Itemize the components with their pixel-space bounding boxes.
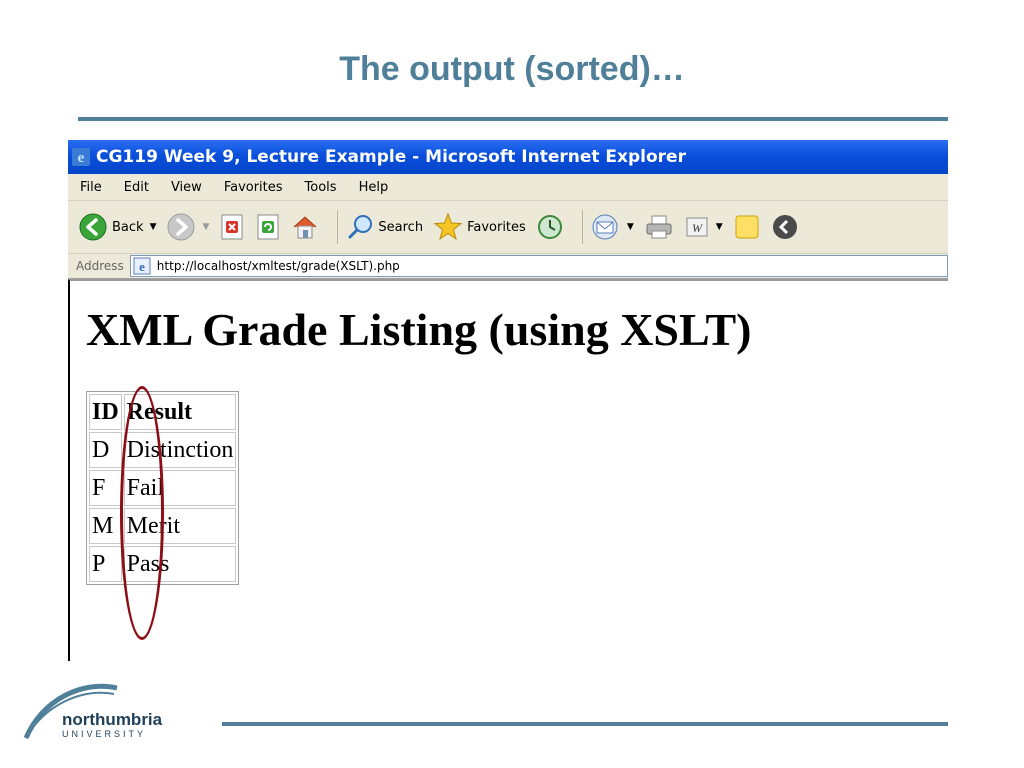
table-header-row: ID Result [89,394,237,430]
address-bar: Address e http://localhost/xmltest/grade… [68,254,948,279]
page-heading: XML Grade Listing (using XSLT) [86,304,752,355]
word-icon: W [686,217,708,237]
menu-favorites[interactable]: Favorites [224,180,283,195]
address-url: http://localhost/xmltest/grade(XSLT).php [156,259,400,273]
grade-id-cell: D [89,432,122,468]
back-button[interactable]: Back ▼ [78,212,156,242]
toolbar: Back ▼ ▼ Search Favorites ▼ W ▼ [68,201,948,254]
history-icon [537,215,562,239]
home-button[interactable] [291,213,319,241]
stop-button[interactable] [219,213,245,241]
grade-table: ID Result D Distinction F Fail M Merit P… [86,391,240,585]
menu-edit[interactable]: Edit [124,180,149,195]
svg-text:e: e [139,259,145,274]
table-row: D Distinction [89,432,237,468]
back-dropdown-icon[interactable]: ▼ [150,222,157,232]
star-icon [433,212,463,241]
svg-text:e: e [78,150,85,166]
home-icon [294,216,317,239]
discuss-button[interactable] [733,213,761,241]
title-divider [78,117,948,121]
search-button[interactable]: Search [346,213,423,241]
address-input[interactable]: e http://localhost/xmltest/grade(XSLT).p… [129,255,948,277]
search-icon [348,215,373,239]
refresh-icon [257,214,279,240]
edit-dropdown-icon[interactable]: ▼ [716,222,723,232]
slide-title: The output (sorted)… [339,50,685,88]
menu-help[interactable]: Help [359,180,389,195]
grade-id-cell: M [89,508,122,544]
column-header: ID [89,394,122,430]
page-content: XML Grade Listing (using XSLT) ID Result… [68,279,948,661]
refresh-button[interactable] [255,213,281,241]
logo-subtext: UNIVERSITY [62,729,146,739]
table-row: F Fail [89,470,237,506]
close-circle-icon [772,215,797,239]
grade-id-cell: P [89,546,122,582]
favorites-button[interactable]: Favorites [433,212,526,242]
menu-file[interactable]: File [80,180,102,195]
menu-bar: File Edit View Favorites Tools Help [68,174,948,201]
grade-result-cell: Pass [123,546,237,582]
forward-button[interactable]: ▼ [166,212,209,242]
ie-logo-icon: e [72,148,90,166]
printer-icon [646,215,672,239]
grade-result-cell: Merit [123,508,237,544]
page-icon: e [133,257,151,275]
favorites-label: Favorites [467,219,526,235]
table-row: P Pass [89,546,237,582]
grade-result-cell: Distinction [123,432,237,468]
back-arrow-icon [79,213,107,241]
column-header: Result [123,394,237,430]
logo-word: northumbria [62,710,163,729]
grade-result-cell: Fail [123,470,237,506]
menu-tools[interactable]: Tools [305,180,337,195]
search-label: Search [378,219,424,235]
back-label: Back [112,219,144,235]
forward-arrow-icon [167,213,195,241]
messenger-button[interactable] [771,213,799,241]
window-title: CG119 Week 9, Lecture Example - Microsof… [96,147,686,167]
northumbria-logo: northumbria UNIVERSITY [23,683,163,739]
mail-button[interactable]: ▼ [591,213,634,241]
history-button[interactable] [536,213,564,241]
svg-text:W: W [692,221,703,235]
mail-dropdown-icon[interactable]: ▼ [627,222,634,232]
toolbar-separator [337,210,339,244]
forward-dropdown-icon[interactable]: ▼ [202,222,209,232]
stop-icon [221,214,243,240]
toolbar-separator [581,210,583,244]
browser-window: e CG119 Week 9, Lecture Example - Micros… [68,140,948,680]
menu-view[interactable]: View [171,180,202,195]
table-row: M Merit [89,508,237,544]
grade-id-cell: F [89,470,122,506]
window-titlebar[interactable]: e CG119 Week 9, Lecture Example - Micros… [68,140,948,174]
edit-word-button[interactable]: W ▼ [684,214,723,240]
note-icon [735,215,759,239]
mail-icon [592,214,618,240]
print-button[interactable] [644,213,674,241]
footer-divider [222,722,948,726]
address-label: Address [76,259,124,273]
